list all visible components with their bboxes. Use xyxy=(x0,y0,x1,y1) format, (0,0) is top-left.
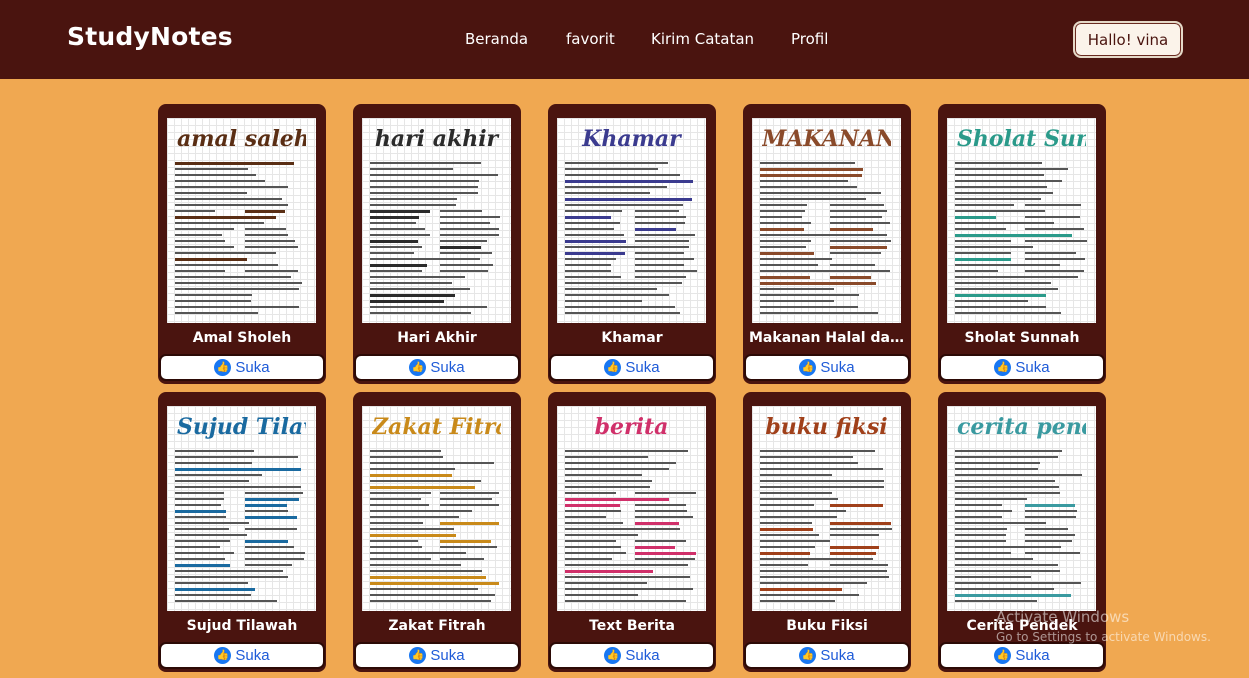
note-thumbnail-handwriting xyxy=(565,162,698,317)
note-thumbnail-heading: cerita pendek xyxy=(957,414,1086,440)
note-card[interactable]: Sujud Tilawah Sujud Tilawah 👍Suka xyxy=(158,392,326,672)
note-card-title[interactable]: Zakat Fitrah xyxy=(353,618,521,634)
thumbs-up-icon: 👍 xyxy=(799,359,817,376)
note-thumbnail[interactable]: Zakat Fitrah xyxy=(362,406,511,611)
user-greeting-button[interactable]: Hallo! vina xyxy=(1073,21,1183,58)
note-thumbnail-handwriting xyxy=(955,450,1088,605)
note-card[interactable]: berita Text Berita 👍 Suka xyxy=(548,392,716,672)
note-thumbnail-handwriting xyxy=(955,162,1088,317)
note-thumbnail-heading: buku fiksi xyxy=(765,414,888,440)
note-card-title[interactable]: Buku Fiksi xyxy=(743,618,911,634)
note-thumbnail-heading: Sholat Sunnah xyxy=(957,126,1086,152)
note-thumbnail-heading: Sujud Tilawah xyxy=(177,414,306,440)
note-thumbnail-handwriting xyxy=(760,162,893,317)
like-label: Suka xyxy=(820,647,855,664)
note-card[interactable]: MAKANAN halal haram Makanan Halal da... 👍S… xyxy=(743,104,911,384)
note-card[interactable]: amal saleh Amal Sholeh 👍 Suka xyxy=(158,104,326,384)
thumbs-up-icon: 👍 xyxy=(604,359,622,376)
note-thumbnail[interactable]: Sujud Tilawah xyxy=(167,406,316,611)
top-navbar: StudyNotes Beranda favorit Kirim Catatan… xyxy=(0,0,1249,79)
like-button[interactable]: 👍 Suka xyxy=(354,354,520,381)
like-label: Suka xyxy=(1015,359,1050,376)
like-button[interactable]: 👍 Suka xyxy=(549,354,715,381)
like-button[interactable]: 👍 Suka xyxy=(549,642,715,669)
like-button[interactable]: 👍 Suka xyxy=(744,642,910,669)
like-button[interactable]: 👍 Suka xyxy=(159,642,325,669)
thumbs-up-icon: 👍 xyxy=(799,647,817,664)
note-thumbnail-handwriting xyxy=(175,162,308,317)
note-thumbnail[interactable]: MAKANAN halal haram xyxy=(752,118,901,323)
note-thumbnail[interactable]: buku fiksi xyxy=(752,406,901,611)
like-label: Suka xyxy=(625,647,660,664)
note-thumbnail-heading: Zakat Fitrah xyxy=(372,414,501,440)
like-button[interactable]: 👍 Suka xyxy=(159,354,325,381)
note-thumbnail[interactable]: Khamar xyxy=(557,118,706,323)
note-thumbnail-heading: berita xyxy=(594,414,669,440)
like-label: Suka xyxy=(235,647,270,664)
note-card[interactable]: Khamar Khamar 👍 Suka xyxy=(548,104,716,384)
thumbs-up-icon: 👍 xyxy=(214,359,232,376)
note-thumbnail-handwriting xyxy=(175,450,308,605)
thumbs-up-icon: 👍 xyxy=(994,647,1012,664)
thumbs-up-icon: 👍 xyxy=(604,647,622,664)
like-label: Suka xyxy=(820,359,855,376)
note-card-title[interactable]: Makanan Halal da... xyxy=(743,330,911,346)
thumbs-up-icon: 👍 xyxy=(409,359,427,376)
like-label: Suka xyxy=(235,359,270,376)
like-label: Suka xyxy=(1015,647,1050,664)
like-label: Suka xyxy=(430,359,465,376)
note-thumbnail-heading: hari akhir xyxy=(374,126,499,152)
note-card-title[interactable]: Khamar xyxy=(548,330,716,346)
note-thumbnail-heading: Khamar xyxy=(582,126,681,152)
note-thumbnail-handwriting xyxy=(565,450,698,605)
windows-activation-watermark: Activate Windows Go to Settings to activ… xyxy=(996,607,1211,647)
note-thumbnail-handwriting xyxy=(370,162,503,317)
note-card-title[interactable]: Sujud Tilawah xyxy=(158,618,326,634)
note-card[interactable]: hari akhir Hari Akhir 👍 Suka xyxy=(353,104,521,384)
like-button[interactable]: 👍 Suka xyxy=(354,642,520,669)
thumbs-up-icon: 👍 xyxy=(409,647,427,664)
note-card[interactable]: Sholat Sunnah Sholat Sunnah 👍Suka xyxy=(938,104,1106,384)
thumbs-up-icon: 👍 xyxy=(214,647,232,664)
watermark-subtitle: Go to Settings to activate Windows. xyxy=(996,630,1211,644)
note-card[interactable]: Zakat Fitrah Zakat Fitrah 👍Suka xyxy=(353,392,521,672)
like-button[interactable]: 👍 Suka xyxy=(939,354,1105,381)
note-card-title[interactable]: Amal Sholeh xyxy=(158,330,326,346)
note-thumbnail[interactable]: berita xyxy=(557,406,706,611)
watermark-title: Activate Windows xyxy=(996,608,1130,626)
note-thumbnail[interactable]: cerita pendek xyxy=(947,406,1096,611)
note-thumbnail-heading: amal saleh xyxy=(177,126,306,152)
like-label: Suka xyxy=(625,359,660,376)
note-card[interactable]: buku fiksi Buku Fiksi 👍 Suka xyxy=(743,392,911,672)
note-thumbnail[interactable]: hari akhir xyxy=(362,118,511,323)
nav-link-favorit[interactable]: favorit xyxy=(566,30,615,48)
like-button[interactable]: 👍 Suka xyxy=(744,354,910,381)
note-card-title[interactable]: Text Berita xyxy=(548,618,716,634)
note-thumbnail-handwriting xyxy=(370,450,503,605)
nav-link-profil[interactable]: Profil xyxy=(791,30,828,48)
note-card-title[interactable]: Sholat Sunnah xyxy=(938,330,1106,346)
note-thumbnail[interactable]: amal saleh xyxy=(167,118,316,323)
like-label: Suka xyxy=(430,647,465,664)
brand-logo[interactable]: StudyNotes xyxy=(67,22,233,51)
nav-link-beranda[interactable]: Beranda xyxy=(465,30,528,48)
note-thumbnail[interactable]: Sholat Sunnah xyxy=(947,118,1096,323)
nav-link-kirim-catatan[interactable]: Kirim Catatan xyxy=(651,30,754,48)
note-thumbnail-heading: MAKANAN halal haram xyxy=(762,126,891,152)
note-thumbnail-handwriting xyxy=(760,450,893,605)
thumbs-up-icon: 👍 xyxy=(994,359,1012,376)
note-card-title[interactable]: Hari Akhir xyxy=(353,330,521,346)
